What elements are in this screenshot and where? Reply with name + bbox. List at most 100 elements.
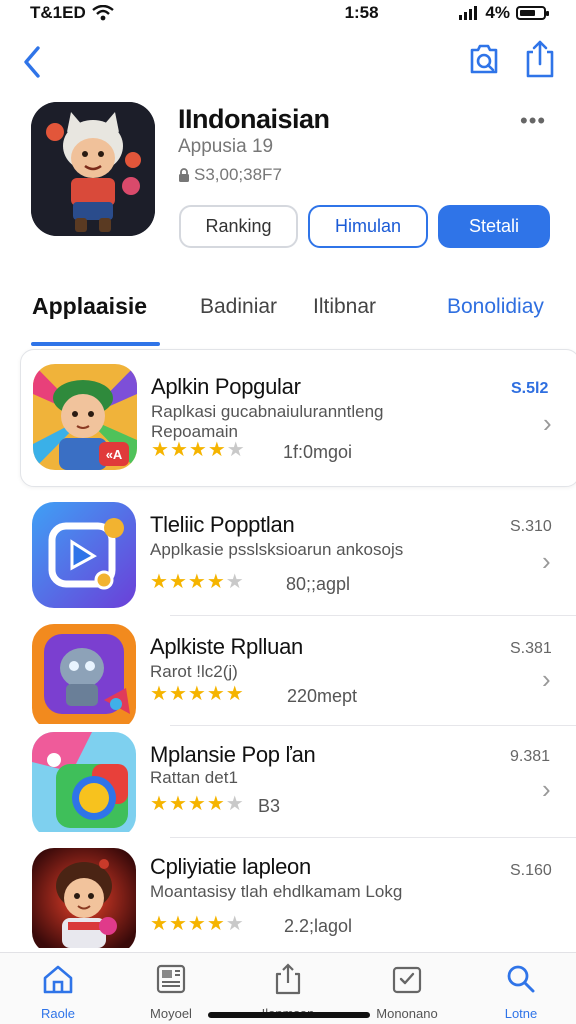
tabbar-item-home[interactable]: Raole: [13, 963, 103, 1021]
star-icon: ★: [206, 793, 225, 815]
star-icon: ★: [150, 683, 168, 705]
star-icon: ★: [150, 571, 168, 593]
star-icon: ★: [206, 571, 225, 593]
star-rating: ★ ★ ★ ★ ★: [150, 794, 244, 814]
list-item-title: Tleliic Popptlan: [150, 512, 295, 537]
star-icon: ★: [225, 793, 244, 815]
app-meta: S3,00;38F7: [178, 165, 282, 185]
list-item-price: 9.381: [510, 748, 551, 765]
status-bar: T&1ED 1:58 4%: [0, 0, 576, 26]
star-rating: ★ ★ ★ ★ ★: [150, 684, 244, 704]
back-button[interactable]: [18, 40, 52, 80]
app-meta-text: S3,00;38F7: [194, 165, 282, 184]
app-title: IIndonaisian: [178, 104, 330, 134]
share-icon: [526, 40, 554, 78]
star-rating: ★ ★ ★ ★ ★: [150, 572, 244, 592]
chevron-right-icon: ›: [542, 546, 551, 576]
search-icon: [470, 44, 498, 74]
chevron-right-icon: ›: [542, 774, 551, 804]
star-icon: ★: [169, 439, 188, 461]
app-icon: [31, 102, 155, 236]
home-indicator[interactable]: [208, 1012, 370, 1018]
list-item-desc: Raplkasi gucabnaiuluranntleng: [151, 402, 384, 421]
list-item-desc: Moantasisy tlah ehdlkamam Lokg: [150, 882, 403, 901]
tabbar-label: Mononano: [376, 1006, 438, 1021]
battery-icon: [516, 6, 549, 20]
list-item[interactable]: Mplansie Pop ľan Rattan det1 ★ ★ ★ ★ ★ B3 9.…: [20, 726, 576, 838]
app-icon: [32, 848, 136, 954]
list-item[interactable]: Cpliyiatie lapleon Moantasisy tlah ehdlk…: [20, 838, 576, 950]
inbox-check-icon: [392, 966, 422, 994]
tabbar-label: Raole: [41, 1006, 75, 1021]
carrier-label: T&1ED: [30, 3, 86, 22]
star-icon: ★: [226, 439, 245, 461]
list-item-price: S.310: [510, 518, 552, 535]
list-item-price: S.5l2: [511, 380, 549, 397]
battery-percent: 4%: [485, 3, 510, 22]
star-icon: ★: [207, 439, 226, 461]
star-icon: ★: [225, 683, 244, 705]
star-icon: ★: [188, 439, 207, 461]
star-icon: ★: [206, 913, 225, 935]
star-icon: ★: [150, 793, 168, 815]
star-icon: ★: [151, 439, 169, 461]
star-icon: ★: [206, 683, 225, 705]
search-button[interactable]: [464, 40, 504, 80]
star-icon: ★: [187, 571, 206, 593]
app-icon: [32, 502, 136, 608]
list-item-desc: Applkasie psslsksioarun ankosojs: [150, 540, 404, 559]
list-item-title: Mplansie Pop ľan: [150, 742, 316, 767]
list-item-title: Cpliyiatie lapleon: [150, 854, 311, 879]
list-item-price: S.381: [510, 640, 552, 657]
list-item[interactable]: «A Aplkin Popgular Raplkasi gucabnaiulur…: [20, 349, 576, 487]
primary-button[interactable]: Stetali: [438, 205, 550, 248]
chevron-left-icon: [24, 46, 40, 78]
more-button[interactable]: •••: [520, 108, 546, 134]
app-subtitle: Appusia 19: [178, 136, 274, 157]
star-icon: ★: [168, 793, 187, 815]
segment-tabs: Applaaisie Badiniar Iltibnar Bonolidiay: [0, 287, 576, 347]
chevron-right-icon: ›: [543, 408, 552, 438]
tabbar-label: Moyoel: [150, 1006, 192, 1021]
list-item-count: B3: [258, 796, 281, 816]
star-icon: ★: [225, 571, 244, 593]
star-icon: ★: [168, 571, 187, 593]
list-item-count: 1f:0mgoi: [283, 442, 353, 462]
ranking-button[interactable]: Ranking: [179, 205, 298, 248]
tab-bonolidiay[interactable]: Bonolidiay: [447, 295, 544, 319]
tabbar-item-inbox[interactable]: Mononano: [362, 963, 452, 1021]
star-icon: ★: [187, 793, 206, 815]
star-icon: ★: [168, 913, 187, 935]
list-item[interactable]: Aplkiste Rplluan Rarot !lc2(j) ★ ★ ★ ★ ★ 220…: [20, 616, 576, 726]
tabbar-item-news[interactable]: Moyoel: [126, 963, 216, 1021]
tab-applaaisie[interactable]: Applaaisie: [32, 293, 147, 320]
search-icon: [507, 965, 535, 993]
chevron-right-icon: ›: [542, 664, 551, 694]
outline-button[interactable]: Himulan: [308, 205, 428, 248]
list-item-price: S.160: [510, 862, 552, 879]
share-button[interactable]: [522, 38, 558, 80]
share-icon: [275, 963, 301, 995]
tab-iltibnar[interactable]: Iltibnar: [313, 295, 376, 319]
app-icon: [32, 732, 136, 838]
home-icon: [43, 965, 73, 994]
star-icon: ★: [187, 683, 206, 705]
app-icon: [32, 624, 136, 730]
signal-icon: [459, 6, 478, 20]
wifi-icon: [91, 5, 114, 21]
list-item-desc: Rarot !lc2(j): [150, 662, 238, 681]
star-icon: ★: [187, 913, 206, 935]
tab-badiniar[interactable]: Badiniar: [200, 295, 277, 319]
svg-text:«A: «A: [106, 447, 123, 462]
star-icon: ★: [225, 913, 244, 935]
list-item-desc: Rattan det1: [150, 768, 238, 787]
star-rating: ★ ★ ★ ★ ★: [151, 440, 245, 460]
app-icon: «A: [33, 364, 137, 470]
nav-bar: [0, 36, 576, 86]
tabbar-label: Lotne: [504, 1006, 538, 1021]
list-item-title: Aplkin Popgular: [151, 374, 301, 399]
list-item-count: 220mept: [287, 686, 358, 706]
list-item[interactable]: Tleliic Popptlan Applkasie psslsksioarun…: [20, 498, 576, 616]
star-icon: ★: [150, 913, 168, 935]
tabbar-item-search[interactable]: Lotne: [476, 963, 566, 1021]
